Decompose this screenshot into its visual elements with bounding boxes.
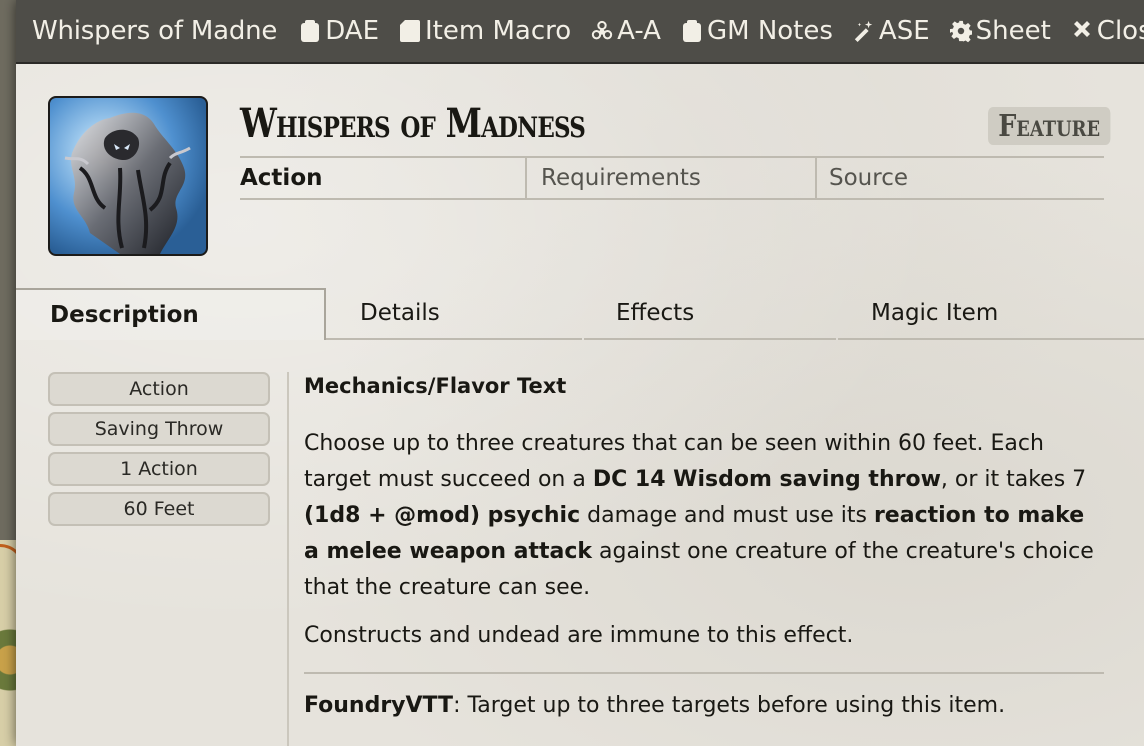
item-macro-label: Item Macro (425, 16, 572, 46)
clipboard-icon (299, 18, 321, 44)
clipboard-icon (681, 18, 703, 44)
tab-effects[interactable]: Effects (584, 288, 836, 340)
tab-description[interactable]: Description (16, 288, 326, 340)
close-label: Close (1096, 16, 1144, 46)
sd-card-icon (399, 18, 421, 44)
item-properties: Action Saving Throw 1 Action 60 Feet (48, 372, 270, 532)
property-tag: Saving Throw (48, 412, 270, 446)
sheet-tabs: Description Details Effects Magic Item (16, 288, 1144, 340)
gear-icon (949, 18, 972, 44)
divider (287, 372, 289, 746)
description-heading: Mechanics/Flavor Text (304, 374, 567, 398)
window-header[interactable]: Whispers of Madne DAE Item Macro A-A GM … (16, 0, 1144, 64)
tab-magic-item[interactable]: Magic Item (838, 288, 1144, 340)
item-type-badge: Feature (988, 107, 1111, 145)
item-name[interactable]: Whispers of Madness (240, 100, 586, 147)
biohazard-icon (591, 18, 613, 44)
property-tag: 1 Action (48, 452, 270, 486)
property-tag: Action (48, 372, 270, 406)
immunity-note: Constructs and undead are immune to this… (304, 623, 854, 648)
window-title: Whispers of Madne (32, 16, 278, 46)
item-macro-button[interactable]: Item Macro (399, 16, 571, 46)
magic-wand-icon (853, 18, 875, 44)
close-button[interactable]: Close (1071, 16, 1144, 46)
item-image[interactable] (48, 96, 208, 256)
gm-notes-button[interactable]: GM Notes (681, 16, 833, 46)
description-editor[interactable]: Mechanics/Flavor Text Choose up to three… (304, 368, 1104, 736)
activation-summary: Action (240, 158, 527, 198)
sheet-button[interactable]: Sheet (949, 16, 1051, 46)
foundry-label: FoundryVTT (304, 693, 454, 718)
ghost-figure-image (64, 112, 191, 254)
ase-button[interactable]: ASE (853, 16, 930, 46)
ase-label: ASE (878, 16, 930, 46)
dae-button[interactable]: DAE (299, 16, 379, 46)
description-paragraph: Choose up to three creatures that can be… (304, 431, 1094, 600)
foundry-note: FoundryVTT: Target up to three targets b… (304, 693, 1006, 718)
source-field[interactable]: Source (817, 158, 1104, 198)
dae-label: DAE (325, 16, 380, 46)
item-summary-row: Action Requirements Source (240, 156, 1104, 200)
a-a-button[interactable]: A-A (591, 16, 661, 46)
close-icon (1071, 18, 1093, 44)
requirements-field[interactable]: Requirements (527, 158, 817, 198)
divider (304, 672, 1104, 674)
gm-notes-label: GM Notes (706, 16, 833, 46)
sheet-label: Sheet (975, 16, 1051, 46)
a-a-label: A-A (617, 16, 661, 46)
tab-details[interactable]: Details (326, 288, 582, 340)
property-tag: 60 Feet (48, 492, 270, 526)
